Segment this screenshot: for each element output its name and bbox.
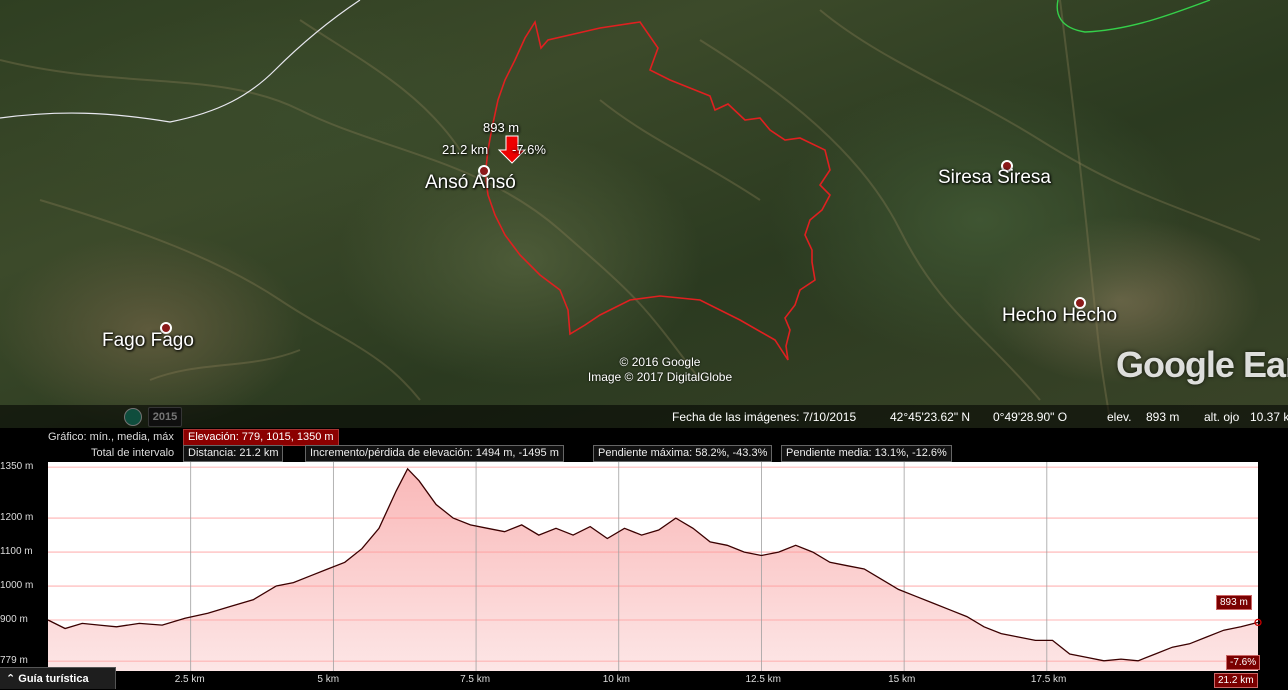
cursor-slope-label: -7.6% bbox=[512, 142, 546, 157]
map-copyright: © 2016 Google Image © 2017 DigitalGlobe bbox=[560, 355, 760, 385]
place-label-hecho[interactable]: Hecho Hecho bbox=[1002, 305, 1117, 327]
x-tick-label: 2.5 km bbox=[174, 674, 205, 685]
place-label-anso[interactable]: Ansó Ansó bbox=[425, 172, 516, 194]
eye-alt-value: 10.37 km bbox=[1250, 410, 1288, 424]
elev-value: 893 m bbox=[1146, 410, 1180, 424]
green-route-line bbox=[1056, 0, 1211, 33]
x-tick-label: 15 km bbox=[888, 674, 916, 685]
google-earth-watermark: Google Ear bbox=[1115, 344, 1288, 385]
elevation-chart[interactable] bbox=[0, 428, 1288, 689]
y-tick-label: 1000 m bbox=[0, 580, 34, 592]
latitude-readout: 42°45'23.62" N bbox=[890, 410, 971, 424]
x-tick-label: 7.5 km bbox=[460, 674, 491, 685]
y-tick-label: 779 m bbox=[0, 655, 28, 667]
copyright-google: © 2016 Google bbox=[619, 355, 701, 369]
eye-alt-label: alt. ojo bbox=[1204, 410, 1240, 424]
track-path[interactable] bbox=[485, 19, 831, 361]
elevation-profile-panel: Gráfico: mín., media, máx Elevación: 779… bbox=[0, 428, 1288, 689]
map-status-bar: Fecha de las imágenes: 7/10/2015 42°45'2… bbox=[0, 405, 1288, 428]
imagery-date: Fecha de las imágenes: 7/10/2015 bbox=[672, 410, 857, 424]
cursor-slope-tag: -7.6% bbox=[1226, 655, 1261, 670]
copyright-imagery: Image © 2017 DigitalGlobe bbox=[587, 370, 733, 384]
longitude-readout: 0°49'28.90" O bbox=[993, 410, 1068, 424]
place-label-siresa[interactable]: Siresa Siresa bbox=[938, 167, 1051, 189]
x-tick-label: 12.5 km bbox=[745, 674, 782, 685]
tour-guide-label: Guía turística bbox=[18, 673, 89, 685]
cursor-elevation-label: 893 m bbox=[483, 120, 520, 135]
place-label-fago[interactable]: Fago Fago bbox=[102, 330, 194, 352]
x-tick-label: 10 km bbox=[602, 674, 630, 685]
x-tick-label: 5 km bbox=[317, 674, 340, 685]
cursor-distance-label: 21.2 km bbox=[442, 142, 489, 157]
y-tick-label: 1200 m bbox=[0, 512, 34, 524]
y-tick-label: 1100 m bbox=[0, 546, 33, 558]
tour-guide-button[interactable]: ⌃ Guía turística bbox=[0, 667, 116, 689]
y-tick-label: 900 m bbox=[0, 614, 28, 626]
map-view[interactable]: Ansó Ansó Fago Fago Siresa Siresa Hecho … bbox=[0, 0, 1288, 428]
chevron-up-icon: ⌃ bbox=[6, 673, 16, 685]
elev-label: elev. bbox=[1107, 410, 1132, 424]
x-tick-label: 17.5 km bbox=[1030, 674, 1067, 685]
region-border-line bbox=[0, 0, 361, 123]
y-tick-label: 1350 m bbox=[0, 461, 34, 473]
cursor-distance-tag: 21.2 km bbox=[1214, 673, 1258, 688]
cursor-elevation-tag: 893 m bbox=[1216, 595, 1252, 610]
